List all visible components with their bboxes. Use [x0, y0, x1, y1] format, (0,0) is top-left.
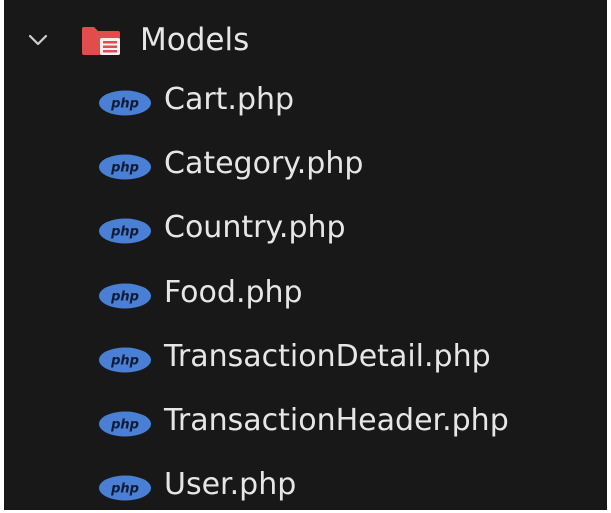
svg-text:php: php — [110, 289, 139, 304]
file-label: TransactionHeader.php — [164, 402, 509, 438]
file-explorer-panel: Models php Cart.php php Category.php php… — [4, 0, 607, 510]
file-item-country[interactable]: php Country.php — [4, 204, 607, 268]
chevron-down-icon[interactable] — [26, 28, 50, 52]
svg-text:php: php — [110, 482, 139, 497]
file-label: Category.php — [164, 146, 364, 182]
php-file-icon: php — [99, 347, 151, 373]
folder-models[interactable]: Models — [4, 14, 607, 66]
file-label: Food.php — [164, 274, 303, 310]
svg-text:php: php — [110, 417, 139, 432]
php-file-icon: php — [99, 475, 151, 501]
php-file-icon: php — [99, 283, 151, 309]
file-item-transactionheader[interactable]: php TransactionHeader.php — [4, 397, 607, 461]
folder-label: Models — [140, 22, 250, 58]
file-label: Cart.php — [164, 82, 295, 117]
php-file-icon: php — [99, 90, 151, 116]
file-label: TransactionDetail.php — [164, 338, 491, 374]
file-item-user[interactable]: php User.php — [4, 461, 607, 510]
file-label: User.php — [164, 467, 297, 503]
php-file-icon: php — [99, 218, 151, 244]
php-file-icon: php — [99, 411, 151, 437]
svg-text:php: php — [110, 225, 139, 240]
file-item-cart[interactable]: php Cart.php — [4, 76, 607, 140]
folder-open-icon — [82, 27, 120, 55]
file-label: Country.php — [164, 210, 346, 246]
php-file-icon: php — [99, 154, 151, 180]
file-list: php Cart.php php Category.php php Countr… — [4, 76, 607, 510]
svg-text:php: php — [110, 97, 139, 112]
file-item-category[interactable]: php Category.php — [4, 140, 607, 204]
svg-text:php: php — [110, 161, 139, 176]
svg-text:php: php — [110, 353, 139, 368]
file-item-transactiondetail[interactable]: php TransactionDetail.php — [4, 333, 607, 397]
file-item-food[interactable]: php Food.php — [4, 269, 607, 333]
